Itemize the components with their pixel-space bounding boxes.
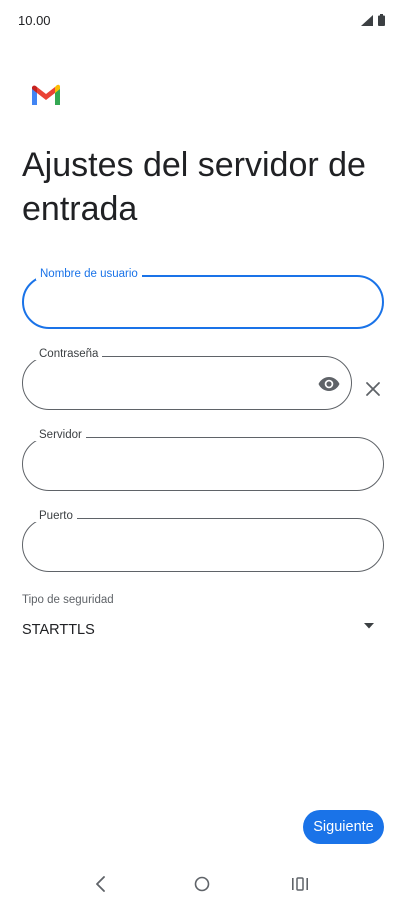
back-icon[interactable] — [90, 873, 112, 895]
username-field[interactable]: Nombre de usuario — [22, 268, 384, 329]
home-icon[interactable] — [191, 873, 213, 895]
next-button[interactable]: Siguiente — [303, 810, 384, 844]
server-field[interactable]: Servidor — [22, 429, 384, 491]
server-label: Servidor — [35, 429, 86, 441]
security-type-value[interactable]: STARTTLS — [22, 622, 95, 638]
port-label: Puerto — [35, 510, 77, 522]
arrow-drop-down-icon[interactable] — [363, 622, 375, 630]
navigation-bar — [0, 860, 407, 906]
server-input[interactable] — [37, 450, 369, 480]
port-input[interactable] — [37, 531, 369, 561]
password-field[interactable]: Contraseña — [22, 348, 352, 410]
status-bar: 10.00 — [0, 0, 407, 40]
port-field[interactable]: Puerto — [22, 510, 384, 572]
username-input[interactable] — [38, 289, 368, 319]
password-label: Contraseña — [35, 348, 103, 360]
recents-icon[interactable] — [289, 873, 311, 895]
security-type-label: Tipo de seguridad — [22, 594, 114, 606]
battery-icon — [378, 14, 385, 26]
eye-icon[interactable] — [317, 372, 341, 396]
gmail-logo — [32, 84, 60, 105]
username-label: Nombre de usuario — [36, 268, 142, 280]
status-time: 10.00 — [18, 13, 51, 28]
page-title: Ajustes del servidor de entrada — [22, 146, 366, 228]
close-icon[interactable] — [362, 378, 384, 400]
password-input[interactable] — [37, 369, 307, 399]
status-icons — [361, 14, 385, 26]
signal-icon — [361, 14, 373, 26]
